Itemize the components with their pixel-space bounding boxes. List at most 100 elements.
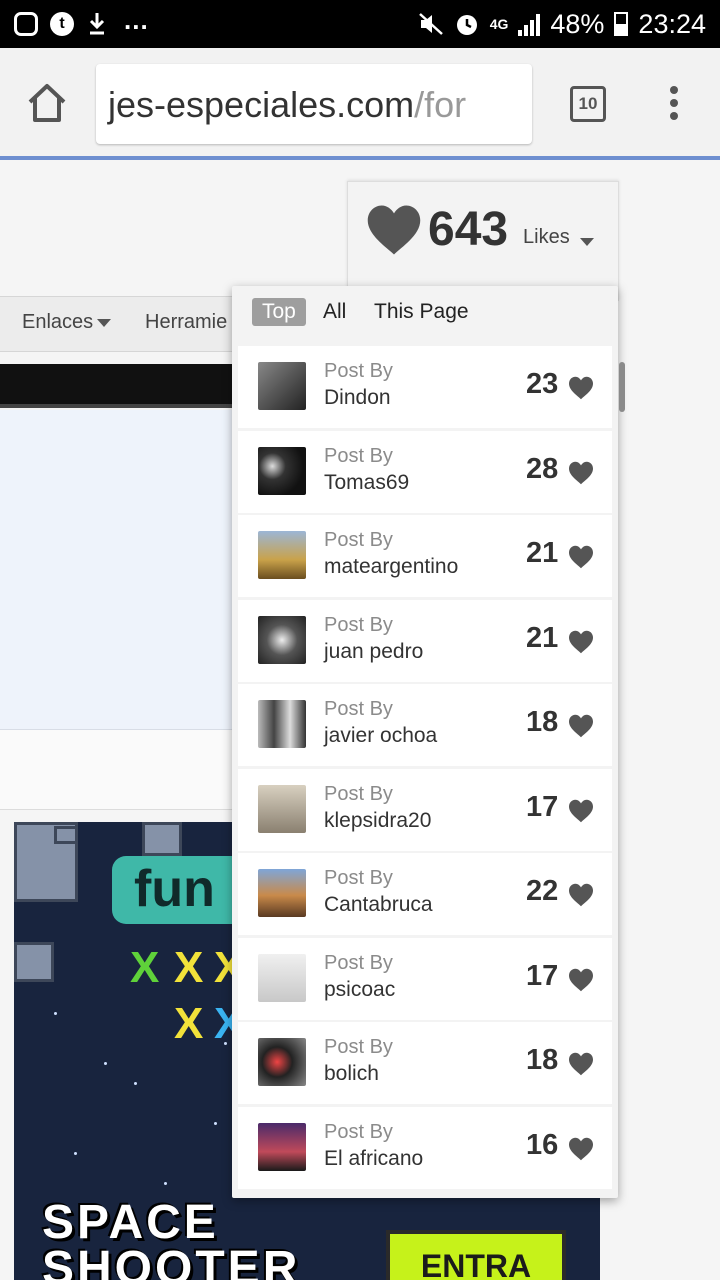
list-item[interactable]: Post By Cantabruca 22 bbox=[238, 853, 612, 935]
list-item[interactable]: Post By Tomas69 28 bbox=[238, 430, 612, 513]
avatar[interactable] bbox=[258, 615, 306, 664]
heart-icon bbox=[569, 545, 593, 569]
list-item[interactable]: Post By Dindon 23 bbox=[238, 346, 612, 428]
post-by-label: Post By bbox=[324, 951, 393, 974]
username-link[interactable]: javier ochoa bbox=[324, 724, 437, 748]
mute-icon bbox=[418, 13, 443, 35]
tab-all[interactable]: All bbox=[323, 298, 346, 326]
nav-item-herramientas[interactable]: Herramie bbox=[145, 311, 227, 334]
content-strip bbox=[0, 730, 260, 810]
ad-cta-button[interactable]: ENTRA bbox=[386, 1230, 566, 1280]
heart-icon bbox=[569, 1052, 593, 1076]
username-link[interactable]: Dindon bbox=[324, 386, 391, 410]
like-count: 18 bbox=[526, 1044, 559, 1076]
likes-tabs: Top All This Page bbox=[232, 286, 618, 344]
likes-widget-header[interactable]: 643 Likes bbox=[347, 181, 619, 301]
heart-icon bbox=[569, 630, 593, 653]
avatar[interactable] bbox=[258, 362, 306, 410]
avatar[interactable] bbox=[258, 784, 306, 833]
like-count: 21 bbox=[526, 537, 559, 569]
post-by-label: Post By bbox=[324, 360, 393, 382]
url-path: /for bbox=[414, 84, 467, 125]
scrollbar-thumb[interactable] bbox=[619, 362, 625, 412]
list-item[interactable]: Post By klepsidra20 17 bbox=[238, 768, 612, 851]
post-by-label: Post By bbox=[324, 1036, 393, 1058]
tab-this-page[interactable]: This Page bbox=[374, 298, 469, 326]
list-item[interactable]: Post By juan pedro 21 bbox=[238, 599, 612, 682]
nav-item-partial[interactable]: ) bbox=[0, 311, 1, 334]
avatar[interactable] bbox=[258, 953, 306, 1002]
like-count: 21 bbox=[526, 621, 559, 654]
pixel-block bbox=[14, 942, 54, 982]
list-item[interactable]: Post By bolich 18 bbox=[238, 1022, 612, 1104]
heart-icon bbox=[569, 799, 593, 822]
username-link[interactable]: El africano bbox=[324, 1147, 423, 1171]
likes-dropdown: Top All This Page Post By Dindon 23 Post By… bbox=[232, 286, 618, 1198]
list-item[interactable]: Post By psicoac 17 bbox=[238, 937, 612, 1020]
avatar[interactable] bbox=[258, 700, 306, 748]
battery-icon bbox=[614, 12, 629, 36]
pixel-block bbox=[54, 826, 78, 844]
signal-icon bbox=[518, 12, 541, 36]
clock: 23:24 bbox=[638, 8, 706, 39]
overflow-menu-icon[interactable] bbox=[668, 86, 680, 122]
like-count: 17 bbox=[526, 959, 559, 992]
url-bar[interactable]: jes-especiales.com/for bbox=[96, 64, 532, 144]
tumblr-icon: t bbox=[50, 12, 74, 36]
ad-title-line1: SPACE bbox=[42, 1196, 219, 1249]
username-link[interactable]: Tomas69 bbox=[324, 471, 409, 495]
list-item[interactable]: Post By El africano 16 bbox=[238, 1106, 612, 1189]
likes-list: Post By Dindon 23 Post By Tomas69 28 Post By ma… bbox=[238, 346, 612, 1191]
tab-top[interactable]: Top bbox=[252, 298, 306, 326]
ad-title-line2: SHOOTER bbox=[42, 1242, 301, 1280]
alien-ship-icon: X bbox=[174, 943, 204, 992]
username-link[interactable]: Cantabruca bbox=[324, 893, 433, 917]
heart-icon bbox=[569, 883, 593, 907]
ad-title: SPACE SHOOTER bbox=[42, 1196, 301, 1280]
chevron-down-icon[interactable] bbox=[580, 238, 594, 246]
heart-icon bbox=[569, 376, 593, 400]
likes-total: 643 bbox=[428, 203, 509, 256]
avatar[interactable] bbox=[258, 1122, 306, 1171]
heart-icon bbox=[569, 968, 593, 991]
alien-ship-icon: X bbox=[174, 999, 204, 1048]
home-icon[interactable] bbox=[26, 82, 68, 124]
post-by-label: Post By bbox=[324, 613, 393, 636]
list-item[interactable]: Post By javier ochoa 18 bbox=[238, 684, 612, 766]
site-nav-bar: ) Enlaces Herramie bbox=[0, 296, 260, 352]
post-by-label: Post By bbox=[324, 782, 393, 805]
web-page: ) Enlaces Herramie fun X X X X X SPACE S… bbox=[0, 160, 720, 1280]
username-link[interactable]: klepsidra20 bbox=[324, 809, 431, 833]
like-count: 28 bbox=[526, 452, 559, 485]
like-count: 16 bbox=[526, 1128, 559, 1161]
username-link[interactable]: mateargentino bbox=[324, 555, 458, 579]
nav-item-enlaces[interactable]: Enlaces bbox=[22, 311, 111, 334]
like-count: 23 bbox=[526, 368, 559, 400]
heart-icon bbox=[569, 714, 593, 738]
like-count: 17 bbox=[526, 790, 559, 823]
post-by-label: Post By bbox=[324, 867, 393, 889]
list-item[interactable]: Post By mateargentino 21 bbox=[238, 515, 612, 597]
post-by-label: Post By bbox=[324, 698, 393, 720]
post-by-label: Post By bbox=[324, 529, 393, 551]
avatar[interactable] bbox=[258, 446, 306, 495]
heart-icon bbox=[569, 461, 593, 484]
username-link[interactable]: psicoac bbox=[324, 978, 395, 1002]
heart-icon bbox=[367, 205, 421, 255]
like-count: 18 bbox=[526, 706, 559, 738]
status-bar: t ... 4G 48% 23:24 bbox=[0, 0, 720, 48]
post-by-label: Post By bbox=[324, 444, 393, 467]
more-notifications: ... bbox=[124, 4, 149, 35]
battery-percent: 48% bbox=[550, 8, 605, 39]
like-count: 22 bbox=[526, 875, 559, 907]
avatar[interactable] bbox=[258, 531, 306, 579]
instagram-icon bbox=[14, 12, 38, 36]
username-link[interactable]: juan pedro bbox=[324, 640, 423, 664]
username-link[interactable]: bolich bbox=[324, 1062, 379, 1086]
tab-switcher-button[interactable]: 10 bbox=[570, 86, 606, 122]
avatar[interactable] bbox=[258, 1038, 306, 1086]
avatar[interactable] bbox=[258, 869, 306, 917]
url-domain: jes-especiales.com bbox=[108, 84, 415, 125]
alarm-icon bbox=[456, 15, 477, 35]
heart-icon bbox=[569, 1137, 593, 1160]
